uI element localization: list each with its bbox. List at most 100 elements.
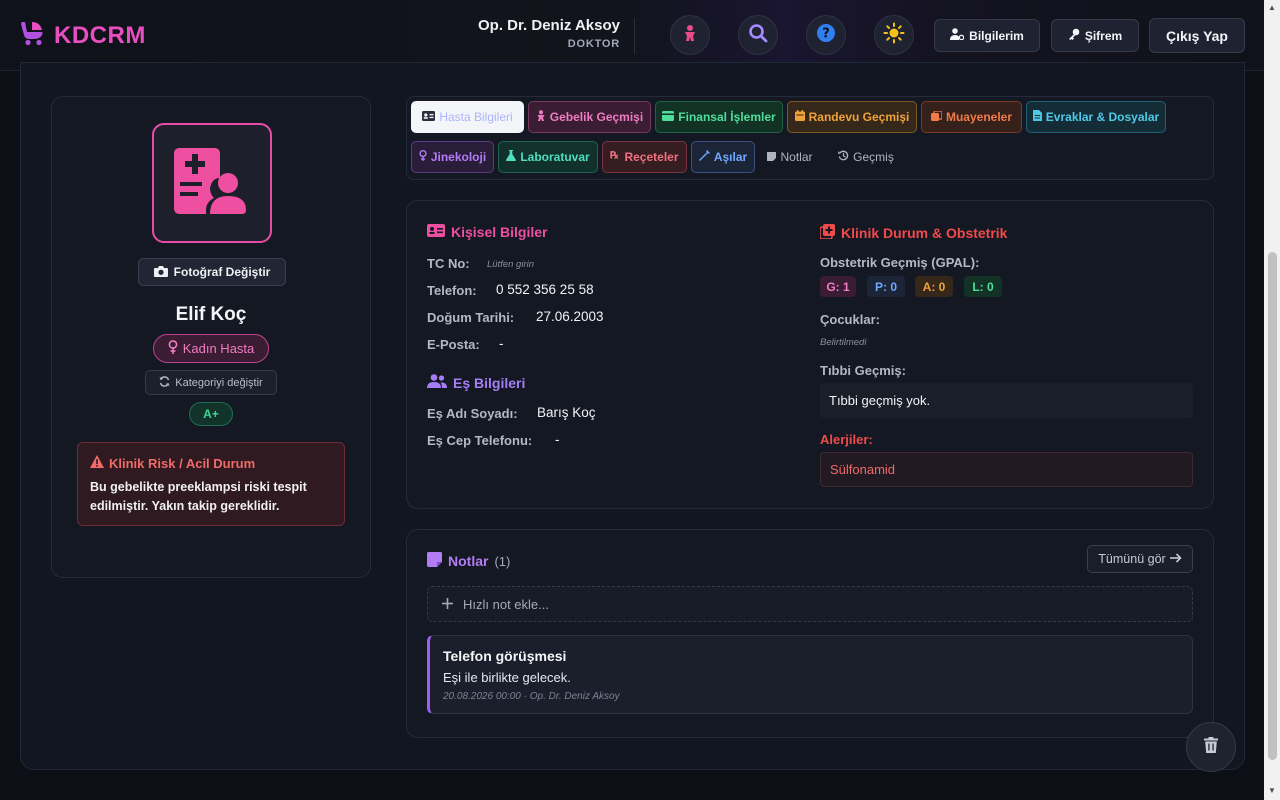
- tab-label: Laboratuvar: [520, 150, 590, 164]
- tab-history[interactable]: Geçmiş: [831, 141, 901, 173]
- medical-history-value: Tıbbi geçmiş yok.: [820, 383, 1193, 418]
- my-info-button[interactable]: Bilgilerim: [934, 19, 1040, 52]
- sticky-note-icon: [427, 552, 442, 570]
- id-card-icon: [427, 224, 445, 240]
- risk-title-label: Klinik Risk / Acil Durum: [109, 455, 256, 471]
- spouse-name-value: Barış Koç: [537, 405, 596, 420]
- spouse-info-title-label: Eş Bilgileri: [453, 374, 526, 391]
- tab-label: Aşılar: [713, 150, 748, 164]
- tab-label: Notlar: [780, 150, 813, 164]
- gpal-parity: P: 0: [867, 276, 905, 297]
- spouse-info-title: Eş Bilgileri: [427, 374, 525, 391]
- children-hint: Belirtilmedi: [820, 337, 867, 348]
- spouse-phone-label: Eş Cep Telefonu:: [427, 433, 533, 448]
- notes-title-label: Notlar: [448, 553, 489, 569]
- change-photo-button[interactable]: Fotoğraf Değiştir: [138, 258, 286, 286]
- brand[interactable]: KDCRM: [18, 20, 146, 51]
- tab-label: Evraklar & Dosyalar: [1045, 110, 1160, 124]
- flask-icon: [506, 150, 517, 164]
- clinical-risk-alert: Klinik Risk / Acil Durum Bu gebelikte pr…: [77, 442, 345, 526]
- scrollbar-thumb[interactable]: [1268, 252, 1277, 760]
- plus-icon: [442, 597, 453, 612]
- tab-gynecology[interactable]: Jinekoloji: [411, 141, 494, 173]
- tab-label: Reçeteler: [624, 150, 679, 164]
- note-meta: 20.08.2026 00:00 · Op. Dr. Deniz Aksoy: [443, 691, 620, 702]
- brand-name: KDCRM: [54, 21, 146, 49]
- header-divider: [634, 18, 635, 54]
- question-circle-icon: ?: [816, 23, 836, 48]
- tab-prescriptions[interactable]: ℞ Reçeteler: [602, 141, 687, 173]
- dob-value: 27.06.2003: [536, 309, 604, 324]
- change-category-label: Kategoriyi değiştir: [175, 376, 263, 389]
- tab-laboratory[interactable]: Laboratuvar: [498, 141, 598, 173]
- refresh-icon: [159, 375, 170, 390]
- scroll-up-arrow-icon[interactable]: ▲: [1267, 3, 1277, 13]
- arrow-right-icon: [1169, 552, 1182, 566]
- logout-button[interactable]: Çıkış Yap: [1149, 18, 1245, 53]
- patient-tabs: Hasta Bilgileri Gebelik Geçmişi Finansal…: [406, 96, 1214, 180]
- allergies-value: Sülfonamid: [820, 452, 1193, 487]
- wallet-icon: [662, 110, 675, 124]
- change-photo-label: Fotoğraf Değiştir: [173, 265, 271, 279]
- baby-icon: [536, 110, 546, 124]
- gpal-abortus: A: 0: [915, 276, 953, 297]
- calendar-icon: [794, 110, 805, 124]
- allergies-label: Alerjiler:: [820, 432, 873, 447]
- note-body: Eşi ile birlikte gelecek.: [443, 670, 571, 685]
- baby-icon: [681, 24, 699, 47]
- camera-icon: [153, 265, 168, 280]
- gpal-label: Obstetrik Geçmiş (GPAL):: [820, 255, 980, 270]
- syringe-icon: [698, 150, 710, 164]
- my-info-label: Bilgilerim: [969, 28, 1024, 43]
- tab-patient-info[interactable]: Hasta Bilgileri: [411, 101, 524, 133]
- tab-label: Geçmiş: [853, 150, 894, 164]
- tab-label: Gebelik Geçmişi: [549, 110, 644, 124]
- baby-carriage-icon: [18, 20, 46, 51]
- tab-label: Muayeneler: [945, 110, 1013, 124]
- password-label: Şifrem: [1084, 28, 1123, 43]
- patient-name: Elif Koç: [175, 304, 247, 325]
- patient-file-icon: [174, 147, 250, 219]
- tab-documents[interactable]: Evraklar & Dosyalar: [1026, 101, 1166, 133]
- stethoscope-icon: [930, 110, 943, 124]
- tab-notes[interactable]: Notlar: [759, 141, 821, 173]
- tab-vaccines[interactable]: Aşılar: [691, 141, 755, 173]
- tab-pregnancy-history[interactable]: Gebelik Geçmişi: [528, 101, 651, 133]
- tab-financial[interactable]: Finansal İşlemler: [655, 101, 783, 133]
- scroll-down-arrow-icon[interactable]: ▼: [1267, 786, 1277, 796]
- top-header: KDCRM Op. Dr. Deniz Aksoy DOKTOR ? Bilgi…: [0, 0, 1264, 71]
- personal-info-title-label: Kişisel Bilgiler: [451, 224, 548, 240]
- users-icon: [427, 374, 447, 391]
- patient-category-badge: Kadın Hasta: [153, 334, 269, 363]
- children-label: Çocuklar:: [820, 312, 880, 327]
- theme-toggle-button[interactable]: [874, 15, 914, 55]
- medical-plus-icon: [819, 224, 835, 242]
- patient-info-panel: Kişisel Bilgiler TC No: Lütfen girin Tel…: [406, 200, 1214, 509]
- blood-type-badge: A+: [189, 402, 233, 426]
- tab-examinations[interactable]: Muayeneler: [921, 101, 1022, 133]
- quick-note-input[interactable]: Hızlı not ekle...: [427, 586, 1193, 622]
- note-item[interactable]: Telefon görüşmesi Eşi ile birlikte gelec…: [427, 635, 1193, 714]
- see-all-notes-button[interactable]: Tümünü gör: [1087, 545, 1193, 573]
- medical-history-label: Tıbbi Geçmiş:: [820, 363, 906, 378]
- search-button[interactable]: [738, 15, 778, 55]
- tab-label: Finansal İşlemler: [678, 110, 776, 124]
- user-name: Op. Dr. Deniz Aksoy: [478, 17, 620, 34]
- search-icon: [748, 23, 768, 48]
- change-category-button[interactable]: Kategoriyi değiştir: [145, 370, 277, 395]
- phone-label: Telefon:: [427, 283, 477, 298]
- patient-avatar[interactable]: [152, 123, 272, 243]
- help-button[interactable]: ?: [806, 15, 846, 55]
- phone-value: 0 552 356 25 58: [496, 282, 594, 297]
- delete-patient-button[interactable]: [1186, 722, 1236, 772]
- current-user: Op. Dr. Deniz Aksoy DOKTOR: [440, 17, 620, 50]
- tc-hint[interactable]: Lütfen girin: [487, 259, 534, 270]
- sun-icon: [883, 22, 905, 49]
- password-button[interactable]: Şifrem: [1051, 19, 1139, 52]
- warning-triangle-icon: [90, 455, 104, 471]
- dob-label: Doğum Tarihi:: [427, 310, 515, 325]
- tab-appointments[interactable]: Randevu Geçmişi: [787, 101, 917, 133]
- see-all-label: Tümünü gör: [1098, 552, 1166, 566]
- pregnancy-button[interactable]: [670, 15, 710, 55]
- prescription-icon: ℞: [610, 150, 620, 164]
